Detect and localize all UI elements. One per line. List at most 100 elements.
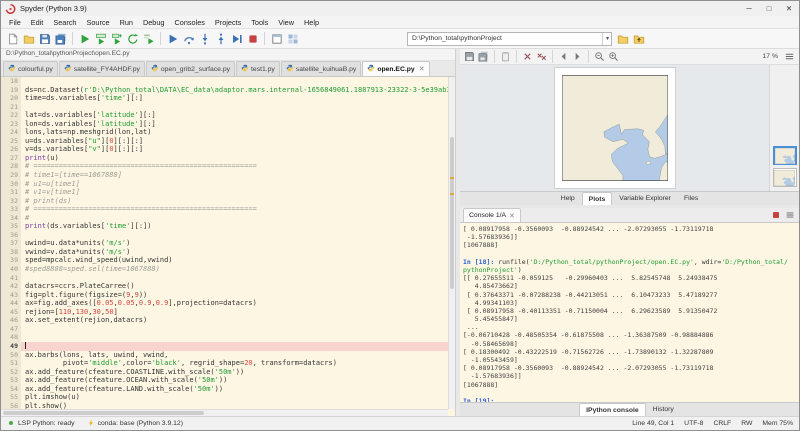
close-icon[interactable]: ✕ bbox=[419, 65, 425, 73]
maximize-button[interactable]: □ bbox=[759, 1, 779, 16]
options-menu-button[interactable] bbox=[784, 209, 796, 221]
close-button[interactable]: ✕ bbox=[779, 1, 799, 16]
previous-plot-button[interactable] bbox=[557, 50, 570, 63]
console-line: 5.45455847] bbox=[463, 315, 796, 323]
code-line: 45rejion=[110,130,30,50] bbox=[1, 308, 448, 317]
run-cell-advance-button[interactable] bbox=[109, 31, 124, 46]
menu-help[interactable]: Help bbox=[299, 17, 324, 28]
working-directory-combo[interactable]: D:\Python_total\pythonProject ▾ bbox=[407, 32, 612, 46]
minimize-button[interactable]: ─ bbox=[739, 1, 759, 16]
status-bar: LSP Python: readyconda: base (Python 3.9… bbox=[1, 416, 799, 430]
line-number: 40 bbox=[1, 265, 21, 274]
status-value: Line 49, Col 1 bbox=[632, 420, 674, 427]
next-plot-button[interactable] bbox=[571, 50, 584, 63]
save-all-button[interactable] bbox=[53, 31, 68, 46]
run-selection-button[interactable] bbox=[141, 31, 156, 46]
line-number: 42 bbox=[1, 282, 21, 291]
editor-tab-open.EC.py[interactable]: open.EC.py✕ bbox=[362, 61, 429, 76]
console-output[interactable]: [ 0.08917958 -0.3560093 -0.88924542 ... … bbox=[460, 223, 799, 402]
console-tab[interactable]: Console 1/A ✕ bbox=[463, 208, 521, 222]
code-line: 27print(u) bbox=[1, 154, 448, 163]
rerun-cell-button[interactable] bbox=[125, 31, 140, 46]
step-return-button[interactable] bbox=[213, 31, 228, 46]
code-line: 35print(ds.variables['time'][:]) bbox=[1, 222, 448, 231]
line-number: 44 bbox=[1, 299, 21, 308]
menu-projects[interactable]: Projects bbox=[210, 17, 246, 28]
editor-tab-satellite_kuihuaB.py[interactable]: satellite_kuihuaB.py bbox=[281, 61, 361, 76]
zoom-in-button[interactable] bbox=[607, 50, 620, 63]
save-all-plots-button[interactable] bbox=[477, 50, 490, 63]
spyder-app-icon bbox=[5, 3, 16, 14]
step-over-button[interactable] bbox=[181, 31, 196, 46]
code-line: 26v=ds.variables["v"][0][:][:] bbox=[1, 145, 448, 154]
save-button[interactable] bbox=[37, 31, 52, 46]
browse-working-directory-button[interactable] bbox=[615, 31, 630, 46]
editor-tab-open_grib2_surface.py[interactable]: open_grib2_surface.py bbox=[146, 61, 235, 76]
pane-tab-variable-explorer[interactable]: Variable Explorer bbox=[613, 192, 677, 205]
step-into-button[interactable] bbox=[197, 31, 212, 46]
menu-view[interactable]: View bbox=[273, 17, 299, 28]
menu-tools[interactable]: Tools bbox=[246, 17, 273, 28]
window-controls: ─ □ ✕ bbox=[739, 1, 799, 16]
open-file-button[interactable] bbox=[21, 31, 36, 46]
layout-button[interactable] bbox=[285, 31, 300, 46]
debug-button[interactable] bbox=[165, 31, 180, 46]
editor-tab-test1.py[interactable]: test1.py bbox=[236, 61, 280, 76]
vertical-scrollbar[interactable] bbox=[448, 77, 455, 409]
run-button[interactable] bbox=[77, 31, 92, 46]
console-tab-ipython-console[interactable]: IPython console bbox=[579, 403, 646, 416]
line-number: 51 bbox=[1, 359, 21, 368]
code-line: 20time=ds.variables['time'][:] bbox=[1, 94, 448, 103]
pane-tab-help[interactable]: Help bbox=[555, 192, 581, 205]
status-value: RW bbox=[741, 420, 752, 427]
console-tab-history[interactable]: History bbox=[647, 403, 680, 416]
zoom-out-button[interactable] bbox=[593, 50, 606, 63]
menu-debug[interactable]: Debug bbox=[138, 17, 170, 28]
console-line: [ 0.18300492 -0.43222519 -0.71562726 ...… bbox=[463, 348, 796, 356]
run-cell-button[interactable] bbox=[93, 31, 108, 46]
toolbar-icons bbox=[5, 31, 300, 46]
plots-options-button[interactable] bbox=[783, 50, 796, 63]
line-number: 19 bbox=[1, 86, 21, 95]
pane-tab-files[interactable]: Files bbox=[678, 192, 704, 205]
remove-plot-button[interactable] bbox=[521, 50, 534, 63]
tab-label: test1.py bbox=[251, 66, 275, 73]
separator bbox=[494, 50, 495, 63]
menu-source[interactable]: Source bbox=[81, 17, 114, 28]
pane-tab-plots[interactable]: Plots bbox=[582, 192, 613, 205]
menu-search[interactable]: Search bbox=[48, 17, 81, 28]
save-plot-button[interactable] bbox=[463, 50, 476, 63]
menu-file[interactable]: File bbox=[4, 17, 26, 28]
remove-all-plots-button[interactable] bbox=[535, 50, 548, 63]
console-line: [1067888] bbox=[463, 241, 796, 249]
line-number: 49 bbox=[1, 342, 21, 351]
menu-consoles[interactable]: Consoles bbox=[170, 17, 210, 28]
plot-thumbnail[interactable] bbox=[773, 168, 797, 187]
scrollbar-thumb[interactable] bbox=[450, 137, 454, 290]
continue-button[interactable] bbox=[229, 31, 244, 46]
scrollbar-thumb[interactable] bbox=[3, 411, 204, 415]
plot-thumbnail-selected[interactable] bbox=[773, 146, 797, 165]
line-number: 43 bbox=[1, 291, 21, 300]
stop-button[interactable] bbox=[245, 31, 260, 46]
go-to-parent-directory-button[interactable] bbox=[631, 31, 646, 46]
line-number: 31 bbox=[1, 188, 21, 197]
line-number: 24 bbox=[1, 128, 21, 137]
maximize-pane-button[interactable] bbox=[269, 31, 284, 46]
title-bar: Spyder (Python 3.9) ─ □ ✕ bbox=[1, 1, 799, 16]
interrupt-kernel-button[interactable] bbox=[770, 209, 782, 221]
copy-plot-button[interactable] bbox=[499, 50, 512, 63]
editor-tab-satellite_FY4AHDF.py[interactable]: satellite_FY4AHDF.py bbox=[59, 61, 145, 76]
horizontal-scrollbar[interactable] bbox=[1, 409, 448, 416]
menu-edit[interactable]: Edit bbox=[26, 17, 49, 28]
close-icon[interactable]: ✕ bbox=[509, 212, 515, 220]
code-line: 18 bbox=[1, 77, 448, 86]
code-area[interactable]: 1819ds=nc.Dataset(r'D:\Python_total\DATA… bbox=[1, 77, 448, 409]
code-line: 47 bbox=[1, 325, 448, 334]
status-value: UTF-8 bbox=[684, 420, 703, 427]
status-label: LSP Python: ready bbox=[18, 420, 75, 427]
editor-tab-colourful.py[interactable]: colourful.py bbox=[3, 61, 58, 76]
menu-run[interactable]: Run bbox=[115, 17, 138, 28]
line-number: 39 bbox=[1, 256, 21, 265]
new-file-button[interactable] bbox=[5, 31, 20, 46]
